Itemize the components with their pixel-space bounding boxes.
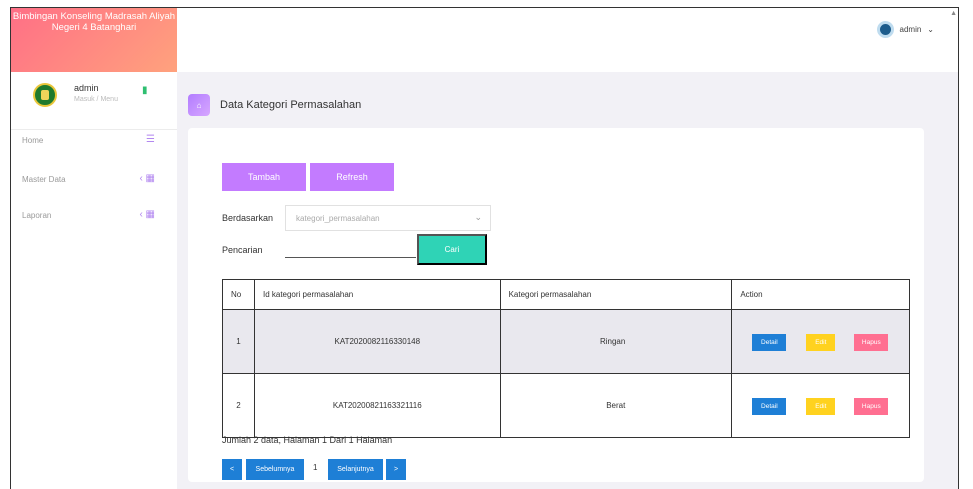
pencarian-label: Pencarian (222, 245, 263, 255)
brand-title: Bimbingan Konseling Madrasah Aliyah Nege… (12, 11, 176, 33)
refresh-button[interactable]: Refresh (310, 163, 394, 191)
sidebar-user-name: admin (74, 83, 99, 93)
detail-button[interactable]: Detail (752, 398, 787, 415)
detail-button[interactable]: Detail (752, 334, 787, 351)
pagination-info: Jumlah 2 data, Halaman 1 Dari 1 Halaman (222, 435, 393, 445)
brand-header: Bimbingan Konseling Madrasah Aliyah Nege… (11, 8, 177, 72)
header-kategori: Kategori permasalahan (499, 279, 733, 310)
header-no: No (222, 279, 255, 310)
tambah-button[interactable]: Tambah (222, 163, 306, 191)
berdasarkan-label: Berdasarkan (222, 213, 274, 223)
sidebar-item-home[interactable]: Home ☰ (11, 131, 177, 151)
sidebar-item-label: Home (22, 136, 44, 145)
edit-button[interactable]: Edit (806, 334, 836, 351)
cell-no: 2 (222, 373, 255, 438)
table-row: 2 KAT20200821163321116 Berat Detail Edit… (222, 373, 910, 438)
hapus-button[interactable]: Hapus (854, 398, 889, 415)
hapus-button[interactable]: Hapus (854, 334, 889, 351)
scroll-up-icon[interactable]: ▲ (950, 10, 957, 17)
cell-action: Detail Edit Hapus (731, 309, 910, 374)
cari-button[interactable]: Cari (417, 234, 487, 265)
prev-page-button[interactable]: Sebelumnya (246, 459, 304, 480)
avatar (876, 20, 894, 38)
current-page-number[interactable]: 1 (313, 463, 317, 472)
sidebar-user-role: Masuk / Menu (74, 96, 118, 103)
page-title: Data Kategori Permasalahan (220, 99, 362, 111)
sidebar-item-master-data[interactable]: Master Data ‹ ▦ (11, 170, 177, 190)
kategori-table: No Id kategori permasalahan Kategori per… (222, 279, 910, 438)
cell-kategori: Berat (499, 373, 733, 438)
cell-id: KAT2020082116330148 (253, 309, 501, 374)
topbar: admin ⌄ ▲ (177, 8, 958, 72)
table-header-row: No Id kategori permasalahan Kategori per… (222, 279, 910, 310)
berdasarkan-value: kategori_permasalahan (296, 214, 380, 223)
cell-id: KAT20200821163321116 (253, 373, 501, 438)
cell-no: 1 (222, 309, 255, 374)
next-arrow-button[interactable]: > (386, 459, 406, 480)
header-action: Action (731, 279, 910, 310)
topbar-user-name: admin (899, 24, 922, 34)
sidebar-item-laporan[interactable]: Laporan ‹ ▦ (11, 206, 177, 226)
grid-icon: ‹ ▦ (139, 209, 155, 220)
sidebar-item-label: Master Data (22, 175, 66, 184)
school-logo-avatar (33, 83, 57, 107)
grid-icon: ‹ ▦ (139, 173, 155, 184)
sidebar-user: admin Masuk / Menu ▮ (11, 72, 177, 130)
berdasarkan-select[interactable]: kategori_permasalahan ⌄ (285, 205, 491, 231)
chevron-down-icon: ⌄ (927, 24, 934, 34)
home-icon: ⌂ (188, 94, 210, 116)
list-icon: ☰ (146, 134, 155, 145)
user-menu[interactable]: admin ⌄ (876, 20, 934, 38)
search-input[interactable] (285, 241, 416, 258)
bookmark-icon: ▮ (142, 85, 148, 96)
table-row: 1 KAT2020082116330148 Ringan Detail Edit… (222, 309, 910, 374)
header-id: Id kategori permasalahan (253, 279, 501, 310)
sidebar-item-label: Laporan (22, 211, 52, 220)
sidebar: Bimbingan Konseling Madrasah Aliyah Nege… (11, 8, 177, 489)
prev-arrow-button[interactable]: < (222, 459, 242, 480)
cell-action: Detail Edit Hapus (731, 373, 910, 438)
edit-button[interactable]: Edit (806, 398, 836, 415)
page-header: ⌂ Data Kategori Permasalahan (188, 94, 361, 116)
cell-kategori: Ringan (499, 309, 733, 374)
next-page-button[interactable]: Selanjutnya (328, 459, 383, 480)
chevron-down-icon: ⌄ (474, 212, 482, 222)
